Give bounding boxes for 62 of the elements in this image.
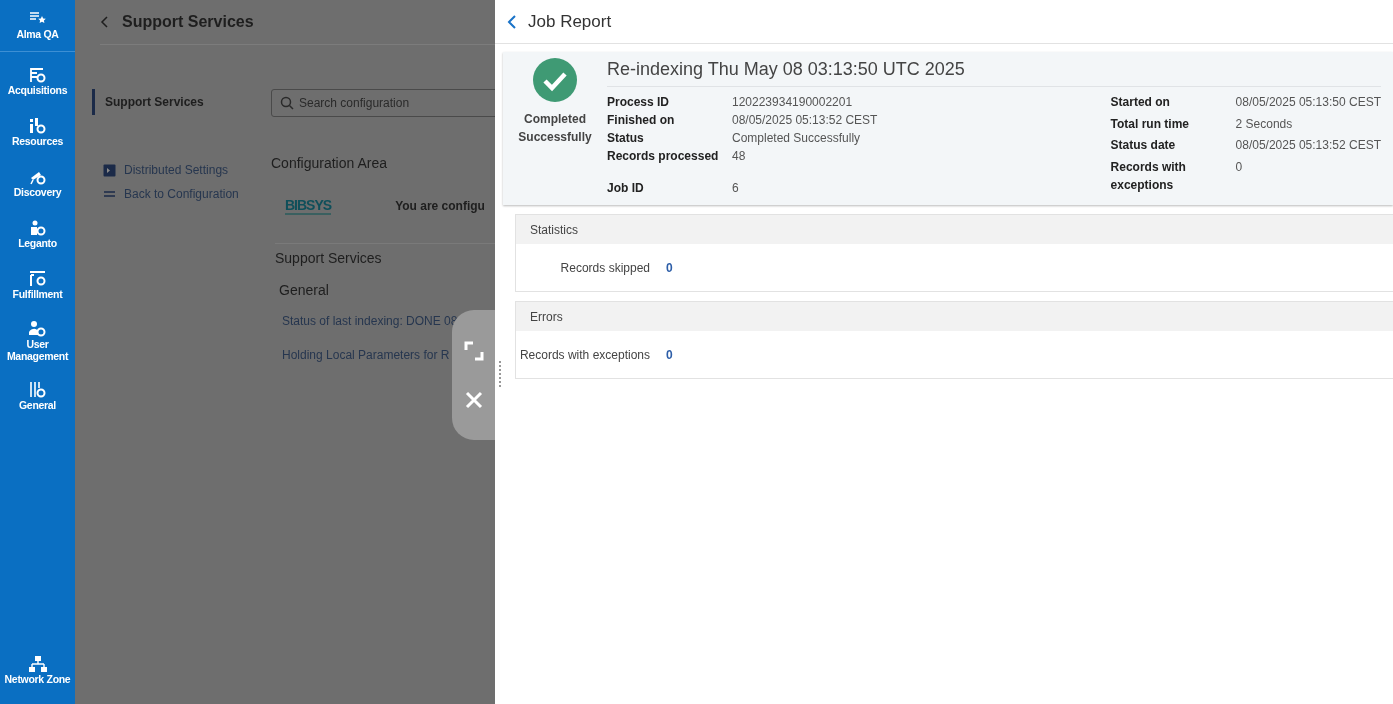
close-button[interactable] [464, 391, 483, 410]
section-title: Configuration Area [271, 155, 388, 171]
check-icon [533, 58, 577, 102]
network-icon [28, 655, 47, 672]
menu-icon [29, 381, 46, 399]
section-header: Errors [516, 302, 1393, 331]
nav-item[interactable]: Support Services [92, 89, 271, 115]
arrows-icon [103, 189, 116, 199]
sidebar-item[interactable]: Acquisitions [0, 56, 75, 107]
field-label: Total run time [1110, 115, 1190, 133]
sidebar-item[interactable]: Leganto [0, 209, 75, 260]
sidebar-item[interactable]: Network Zone [0, 645, 75, 696]
sidebar-item[interactable]: General [0, 371, 75, 422]
menu-icon [29, 66, 46, 84]
sidebar-item[interactable]: Discovery [0, 158, 75, 209]
field-label: Process ID [607, 94, 671, 111]
job-heading: Re-indexing Thu May 08 03:13:50 UTC 2025 [607, 52, 1381, 87]
field-label: Records with exceptions [1110, 158, 1187, 194]
field-value: 48 [732, 148, 747, 165]
field-label: Status date [1110, 137, 1177, 154]
stat-label: Records skipped [559, 260, 650, 275]
menu-icon [29, 117, 46, 135]
field-value: 08/05/2025 05:13:52 CEST [732, 112, 878, 129]
back-button[interactable] [507, 14, 516, 29]
field-label: Status [607, 130, 645, 147]
stat-label: Records with exceptions [518, 347, 650, 362]
field-value: Completed Successfully [732, 130, 862, 147]
sidebar-item[interactable]: Resources [0, 107, 75, 158]
field-value: 08/05/2025 05:13:52 CEST [1235, 137, 1381, 154]
section-header: Statistics [516, 215, 1393, 244]
stat-value[interactable]: 0 [666, 260, 673, 275]
section-title: Support Services [275, 243, 495, 266]
field-value: 08/05/2025 05:13:50 CEST [1235, 94, 1381, 111]
field-label: Finished on [607, 112, 676, 129]
field-value: 6 [732, 180, 740, 197]
field-label: Records processed [607, 148, 720, 165]
group-title: General [279, 282, 330, 298]
field-label: Started on [1110, 94, 1171, 111]
expand-button[interactable] [463, 340, 484, 361]
sidebar-item[interactable]: Fulfillment [0, 260, 75, 311]
menu-icon [29, 270, 46, 288]
logo: BIBSYS [285, 197, 332, 215]
sidebar-item[interactable]: User Management [0, 311, 75, 371]
info-text: You are configu [395, 199, 485, 213]
close-icon [464, 391, 483, 410]
back-icon[interactable] [100, 16, 108, 28]
panel-title: Job Report [528, 11, 612, 32]
field-value: 2 Seconds [1235, 115, 1294, 133]
stat-value[interactable]: 0 [666, 347, 673, 362]
status-label: Completed Successfully [517, 111, 593, 146]
back-icon [507, 14, 516, 29]
menu-icon [29, 219, 46, 237]
search-field[interactable]: Search configuration [271, 89, 495, 117]
expand-icon [463, 340, 484, 361]
field-value: 0 [1235, 158, 1244, 176]
search-icon [280, 96, 294, 110]
page-title: Support Services [122, 13, 254, 31]
field-label: Job ID [607, 180, 645, 197]
menu-icon [29, 319, 46, 337]
panel-icon [103, 163, 116, 177]
drag-handle[interactable] [498, 360, 502, 388]
field-value: 120223934190002201 [732, 94, 854, 111]
